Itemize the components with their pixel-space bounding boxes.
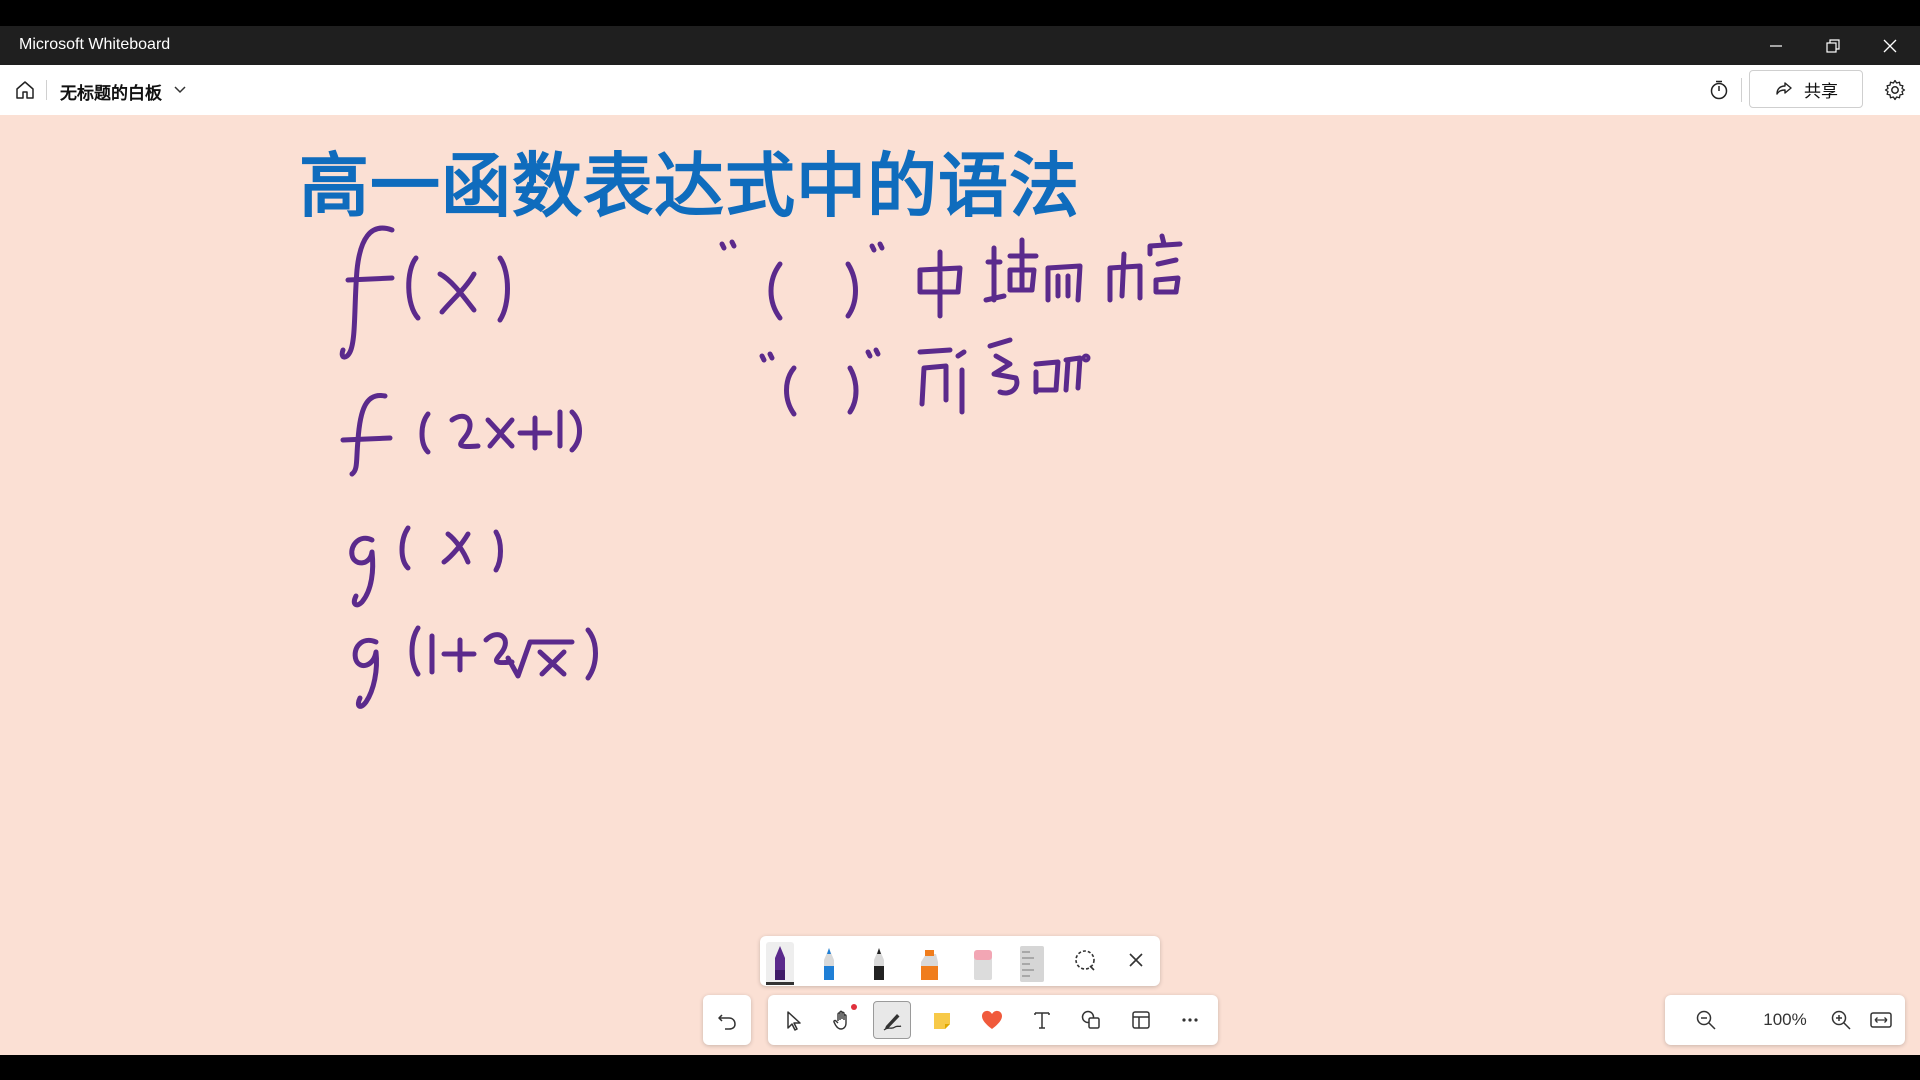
zoom-in-icon — [1831, 1010, 1851, 1030]
text-button[interactable] — [1023, 1001, 1061, 1039]
pen-tray-tools — [766, 942, 1143, 985]
sticky-note-icon — [934, 1013, 950, 1029]
lasso-select-icon[interactable] — [1075, 950, 1095, 971]
ink-button[interactable] — [873, 1001, 911, 1039]
zoom-out-button[interactable] — [1693, 1007, 1719, 1033]
bottom-bezel — [0, 1055, 1920, 1080]
reactions-button[interactable] — [973, 1001, 1011, 1039]
templates-icon — [1132, 1011, 1150, 1029]
eraser[interactable] — [974, 950, 992, 980]
zoom-out-icon — [1696, 1010, 1716, 1030]
blue-pen[interactable] — [824, 948, 834, 980]
ink-note-line-2[interactable] — [759, 337, 1091, 417]
sticky-note-button[interactable] — [923, 1001, 961, 1039]
undo-button[interactable] — [703, 995, 751, 1045]
ink-g-of-x[interactable] — [349, 525, 503, 608]
select-icon — [787, 1011, 801, 1031]
ink-layer[interactable] — [0, 0, 1920, 1080]
pan-hand-icon — [833, 1010, 847, 1030]
ink-f-of-2x-plus-1[interactable] — [340, 392, 582, 477]
reactions-heart-icon — [982, 1010, 1002, 1029]
zoom-in-button[interactable] — [1828, 1007, 1854, 1033]
zoom-controls: 100% — [1665, 995, 1905, 1045]
orange-highlighter[interactable] — [921, 950, 938, 980]
shapes-button[interactable] — [1072, 1001, 1110, 1039]
ruler[interactable] — [1020, 946, 1044, 982]
fit-to-screen-icon — [1870, 1012, 1892, 1028]
shapes-icon — [1081, 1010, 1100, 1029]
ink-g-of-1-plus-2-root-x[interactable] — [352, 625, 598, 709]
fit-to-screen-button[interactable] — [1868, 1007, 1894, 1033]
more-button[interactable] — [1171, 1001, 1209, 1039]
close-tray-icon[interactable] — [1129, 953, 1143, 967]
more-icon — [1182, 1018, 1198, 1022]
black-pen[interactable] — [874, 948, 884, 980]
ink-pen-icon — [883, 1014, 902, 1031]
purple-pen[interactable] — [766, 942, 794, 985]
ink-note-line-1[interactable] — [719, 233, 1183, 321]
templates-button[interactable] — [1122, 1001, 1160, 1039]
ink-f-of-x[interactable] — [339, 225, 510, 360]
undo-icon — [718, 1014, 736, 1030]
pen-tray — [760, 936, 1160, 986]
select-button[interactable] — [774, 1001, 812, 1039]
recording-dot — [851, 1004, 857, 1010]
text-icon — [1034, 1012, 1050, 1029]
creation-toolbar — [768, 995, 1218, 1045]
zoom-level[interactable]: 100% — [1735, 1010, 1835, 1030]
pan-button[interactable] — [823, 1001, 861, 1039]
